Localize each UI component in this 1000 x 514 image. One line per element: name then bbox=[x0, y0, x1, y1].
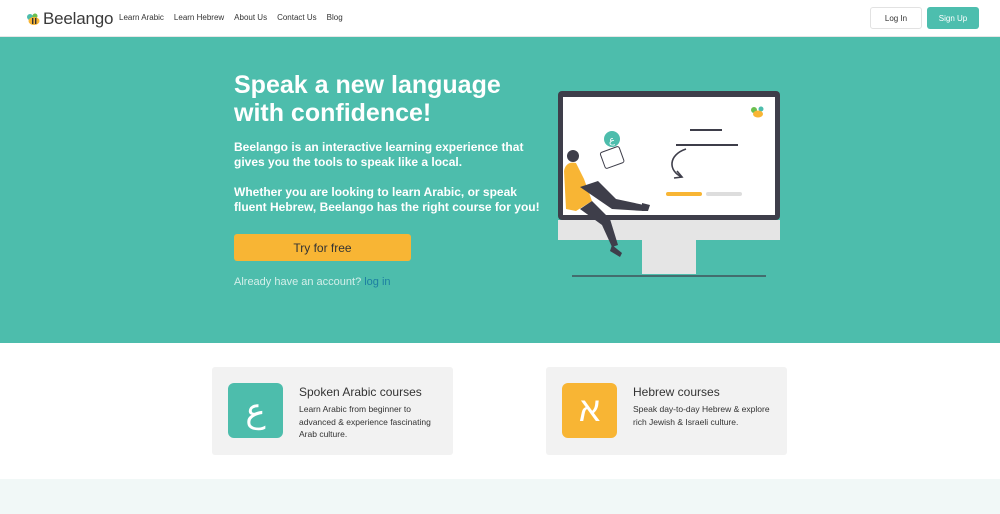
course-title: Hebrew courses bbox=[633, 385, 720, 399]
hero-section: Speak a new language with confidence! Be… bbox=[0, 37, 1000, 343]
monitor-stand bbox=[642, 240, 696, 274]
brand-name: Beelango bbox=[43, 9, 114, 28]
course-title: Spoken Arabic courses bbox=[299, 385, 422, 399]
try-for-free-button[interactable]: Try for free bbox=[234, 234, 411, 261]
next-section-band bbox=[0, 479, 1000, 514]
nav-learn-hebrew[interactable]: Learn Hebrew bbox=[174, 13, 224, 22]
svg-text:ع: ع bbox=[609, 135, 615, 146]
beelango-logo[interactable]: Beelango bbox=[26, 8, 113, 30]
nav-about-us[interactable]: About Us bbox=[234, 13, 267, 22]
course-description: Learn Arabic from beginner to advanced &… bbox=[299, 404, 431, 439]
course-description: Speak day-to-day Hebrew & explore rich J… bbox=[633, 404, 770, 427]
signup-button[interactable]: Sign Up bbox=[927, 7, 979, 29]
arabic-letter-icon: ع bbox=[228, 383, 283, 438]
screen-progress-fill bbox=[666, 192, 702, 196]
nav-blog[interactable]: Blog bbox=[327, 13, 343, 22]
hero-login-link[interactable]: log in bbox=[364, 276, 390, 288]
nav-contact-us[interactable]: Contact Us bbox=[277, 13, 317, 22]
hebrew-course-card[interactable]: א Hebrew courses Speak day-to-day Hebrew… bbox=[546, 367, 787, 455]
monitor-chin bbox=[558, 220, 780, 240]
hero-title: Speak a new language with confidence! bbox=[234, 71, 501, 127]
account-prompt: Already have an account? log in bbox=[234, 276, 391, 288]
account-prompt-text: Already have an account? bbox=[234, 276, 362, 288]
hero-courses-text: Whether you are looking to learn Arabic,… bbox=[234, 185, 540, 214]
hero-illustration: ع bbox=[558, 91, 780, 277]
nav-links: Learn Arabic Learn Hebrew About Us Conta… bbox=[119, 13, 353, 22]
nav-learn-arabic[interactable]: Learn Arabic bbox=[119, 13, 164, 22]
hero-intro-text: Beelango is an interactive learning expe… bbox=[234, 140, 524, 169]
top-navbar: Beelango Learn Arabic Learn Hebrew About… bbox=[0, 0, 1000, 37]
hebrew-letter-icon: א bbox=[562, 383, 617, 438]
bee-logo-icon bbox=[27, 13, 40, 25]
login-button[interactable]: Log In bbox=[870, 7, 922, 29]
arabic-course-card[interactable]: ع Spoken Arabic courses Learn Arabic fro… bbox=[212, 367, 453, 455]
screen-progress-track bbox=[706, 192, 742, 196]
monitor-screen bbox=[563, 97, 775, 215]
